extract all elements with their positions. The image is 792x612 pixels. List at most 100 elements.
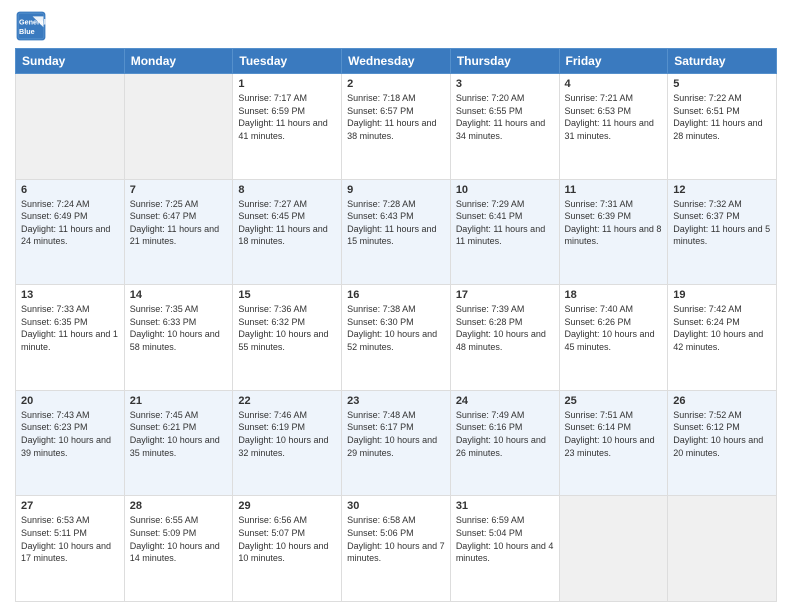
day-info: Sunrise: 7:43 AMSunset: 6:23 PMDaylight:… [21, 410, 111, 458]
day-info: Sunrise: 7:29 AMSunset: 6:41 PMDaylight:… [456, 199, 545, 247]
day-header-monday: Monday [124, 49, 233, 74]
day-info: Sunrise: 7:51 AMSunset: 6:14 PMDaylight:… [565, 410, 655, 458]
calendar-cell: 21 Sunrise: 7:45 AMSunset: 6:21 PMDaylig… [124, 390, 233, 496]
day-info: Sunrise: 7:38 AMSunset: 6:30 PMDaylight:… [347, 304, 437, 352]
calendar-week-5: 27 Sunrise: 6:53 AMSunset: 5:11 PMDaylig… [16, 496, 777, 602]
day-info: Sunrise: 7:49 AMSunset: 6:16 PMDaylight:… [456, 410, 546, 458]
day-info: Sunrise: 7:20 AMSunset: 6:55 PMDaylight:… [456, 93, 545, 141]
day-info: Sunrise: 7:27 AMSunset: 6:45 PMDaylight:… [238, 199, 327, 247]
day-number: 22 [238, 395, 336, 407]
day-info: Sunrise: 7:52 AMSunset: 6:12 PMDaylight:… [673, 410, 763, 458]
day-number: 25 [565, 395, 663, 407]
calendar-cell: 3 Sunrise: 7:20 AMSunset: 6:55 PMDayligh… [450, 74, 559, 180]
day-number: 12 [673, 184, 771, 196]
day-number: 13 [21, 289, 119, 301]
day-number: 11 [565, 184, 663, 196]
calendar-cell [559, 496, 668, 602]
day-number: 15 [238, 289, 336, 301]
day-info: Sunrise: 6:56 AMSunset: 5:07 PMDaylight:… [238, 515, 328, 563]
logo-icon: General Blue [15, 10, 47, 42]
day-number: 6 [21, 184, 119, 196]
calendar-cell: 20 Sunrise: 7:43 AMSunset: 6:23 PMDaylig… [16, 390, 125, 496]
day-info: Sunrise: 7:31 AMSunset: 6:39 PMDaylight:… [565, 199, 662, 247]
calendar-cell: 30 Sunrise: 6:58 AMSunset: 5:06 PMDaylig… [342, 496, 451, 602]
svg-text:General: General [19, 17, 46, 26]
day-number: 18 [565, 289, 663, 301]
day-info: Sunrise: 7:42 AMSunset: 6:24 PMDaylight:… [673, 304, 763, 352]
day-header-friday: Friday [559, 49, 668, 74]
day-info: Sunrise: 7:17 AMSunset: 6:59 PMDaylight:… [238, 93, 327, 141]
day-info: Sunrise: 7:36 AMSunset: 6:32 PMDaylight:… [238, 304, 328, 352]
day-number: 16 [347, 289, 445, 301]
calendar-cell: 6 Sunrise: 7:24 AMSunset: 6:49 PMDayligh… [16, 179, 125, 285]
day-info: Sunrise: 6:53 AMSunset: 5:11 PMDaylight:… [21, 515, 111, 563]
calendar-cell: 9 Sunrise: 7:28 AMSunset: 6:43 PMDayligh… [342, 179, 451, 285]
calendar-week-2: 6 Sunrise: 7:24 AMSunset: 6:49 PMDayligh… [16, 179, 777, 285]
calendar-cell: 10 Sunrise: 7:29 AMSunset: 6:41 PMDaylig… [450, 179, 559, 285]
calendar-cell: 22 Sunrise: 7:46 AMSunset: 6:19 PMDaylig… [233, 390, 342, 496]
day-info: Sunrise: 7:22 AMSunset: 6:51 PMDaylight:… [673, 93, 762, 141]
page: General Blue SundayMondayTuesdayWednesda… [0, 0, 792, 612]
calendar-cell: 25 Sunrise: 7:51 AMSunset: 6:14 PMDaylig… [559, 390, 668, 496]
calendar-cell: 15 Sunrise: 7:36 AMSunset: 6:32 PMDaylig… [233, 285, 342, 391]
calendar-cell: 13 Sunrise: 7:33 AMSunset: 6:35 PMDaylig… [16, 285, 125, 391]
day-number: 2 [347, 78, 445, 90]
day-number: 3 [456, 78, 554, 90]
logo: General Blue [15, 10, 47, 42]
day-info: Sunrise: 7:33 AMSunset: 6:35 PMDaylight:… [21, 304, 118, 352]
calendar-cell: 23 Sunrise: 7:48 AMSunset: 6:17 PMDaylig… [342, 390, 451, 496]
day-number: 9 [347, 184, 445, 196]
calendar-table: SundayMondayTuesdayWednesdayThursdayFrid… [15, 48, 777, 602]
day-number: 31 [456, 500, 554, 512]
calendar-cell: 17 Sunrise: 7:39 AMSunset: 6:28 PMDaylig… [450, 285, 559, 391]
day-number: 21 [130, 395, 228, 407]
day-number: 20 [21, 395, 119, 407]
day-number: 1 [238, 78, 336, 90]
calendar-cell: 1 Sunrise: 7:17 AMSunset: 6:59 PMDayligh… [233, 74, 342, 180]
day-number: 19 [673, 289, 771, 301]
day-info: Sunrise: 6:59 AMSunset: 5:04 PMDaylight:… [456, 515, 554, 563]
day-number: 5 [673, 78, 771, 90]
calendar-cell: 7 Sunrise: 7:25 AMSunset: 6:47 PMDayligh… [124, 179, 233, 285]
day-number: 8 [238, 184, 336, 196]
calendar-cell [668, 496, 777, 602]
calendar-cell: 18 Sunrise: 7:40 AMSunset: 6:26 PMDaylig… [559, 285, 668, 391]
day-number: 27 [21, 500, 119, 512]
day-number: 10 [456, 184, 554, 196]
calendar-cell: 11 Sunrise: 7:31 AMSunset: 6:39 PMDaylig… [559, 179, 668, 285]
day-info: Sunrise: 7:18 AMSunset: 6:57 PMDaylight:… [347, 93, 436, 141]
calendar-cell: 19 Sunrise: 7:42 AMSunset: 6:24 PMDaylig… [668, 285, 777, 391]
day-number: 26 [673, 395, 771, 407]
day-info: Sunrise: 7:32 AMSunset: 6:37 PMDaylight:… [673, 199, 770, 247]
day-number: 30 [347, 500, 445, 512]
day-number: 28 [130, 500, 228, 512]
calendar-week-3: 13 Sunrise: 7:33 AMSunset: 6:35 PMDaylig… [16, 285, 777, 391]
day-info: Sunrise: 7:46 AMSunset: 6:19 PMDaylight:… [238, 410, 328, 458]
calendar-cell: 5 Sunrise: 7:22 AMSunset: 6:51 PMDayligh… [668, 74, 777, 180]
calendar-cell: 28 Sunrise: 6:55 AMSunset: 5:09 PMDaylig… [124, 496, 233, 602]
day-number: 4 [565, 78, 663, 90]
day-info: Sunrise: 7:24 AMSunset: 6:49 PMDaylight:… [21, 199, 110, 247]
day-info: Sunrise: 6:55 AMSunset: 5:09 PMDaylight:… [130, 515, 220, 563]
calendar-cell: 16 Sunrise: 7:38 AMSunset: 6:30 PMDaylig… [342, 285, 451, 391]
calendar-cell: 31 Sunrise: 6:59 AMSunset: 5:04 PMDaylig… [450, 496, 559, 602]
calendar-cell: 2 Sunrise: 7:18 AMSunset: 6:57 PMDayligh… [342, 74, 451, 180]
calendar-cell: 12 Sunrise: 7:32 AMSunset: 6:37 PMDaylig… [668, 179, 777, 285]
calendar-cell [16, 74, 125, 180]
day-header-saturday: Saturday [668, 49, 777, 74]
day-number: 17 [456, 289, 554, 301]
calendar-cell [124, 74, 233, 180]
calendar-week-4: 20 Sunrise: 7:43 AMSunset: 6:23 PMDaylig… [16, 390, 777, 496]
calendar-cell: 29 Sunrise: 6:56 AMSunset: 5:07 PMDaylig… [233, 496, 342, 602]
day-info: Sunrise: 7:21 AMSunset: 6:53 PMDaylight:… [565, 93, 654, 141]
day-info: Sunrise: 6:58 AMSunset: 5:06 PMDaylight:… [347, 515, 445, 563]
calendar-cell: 4 Sunrise: 7:21 AMSunset: 6:53 PMDayligh… [559, 74, 668, 180]
header: General Blue [15, 10, 777, 42]
day-header-sunday: Sunday [16, 49, 125, 74]
day-header-wednesday: Wednesday [342, 49, 451, 74]
calendar-cell: 26 Sunrise: 7:52 AMSunset: 6:12 PMDaylig… [668, 390, 777, 496]
day-number: 29 [238, 500, 336, 512]
day-info: Sunrise: 7:28 AMSunset: 6:43 PMDaylight:… [347, 199, 436, 247]
day-info: Sunrise: 7:25 AMSunset: 6:47 PMDaylight:… [130, 199, 219, 247]
day-number: 14 [130, 289, 228, 301]
